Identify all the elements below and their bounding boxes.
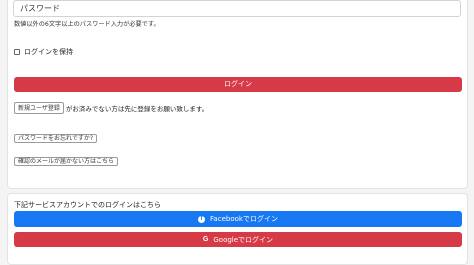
google-icon: G bbox=[202, 236, 209, 243]
facebook-login-button[interactable]: f Facebookでログイン bbox=[14, 211, 462, 227]
login-button[interactable]: ログイン bbox=[14, 77, 462, 92]
remember-login[interactable]: ログインを保持 bbox=[14, 47, 73, 57]
resend-confirmation-row: 確認のメールが届かない方はこちら bbox=[14, 148, 119, 167]
google-login-button[interactable]: G Googleでログイン bbox=[14, 232, 462, 247]
remember-label: ログインを保持 bbox=[24, 48, 73, 56]
forgot-password-row: パスワードをお忘れですか? bbox=[14, 125, 98, 144]
register-text: がお済みでない方は先に登録をお願い致します。 bbox=[65, 105, 209, 113]
facebook-login-label: Facebookでログイン bbox=[210, 215, 278, 223]
register-row: 新規ユーザ登録 がお済みでない方は先に登録をお願い致します。 bbox=[14, 102, 208, 114]
remember-checkbox[interactable] bbox=[14, 49, 20, 55]
resend-confirmation-button[interactable]: 確認のメールが届かない方はこちら bbox=[14, 157, 119, 166]
social-login-title: 下記サービスアカウントでのログインはこちら bbox=[14, 201, 161, 209]
password-hint: 数値以外の6文字以上のパスワード入力が必要です。 bbox=[14, 21, 160, 28]
forgot-password-button[interactable]: パスワードをお忘れですか? bbox=[14, 134, 98, 143]
password-input[interactable]: パスワード bbox=[13, 0, 461, 17]
register-button[interactable]: 新規ユーザ登録 bbox=[14, 102, 64, 114]
facebook-icon: f bbox=[198, 215, 206, 223]
google-login-label: Googleでログイン bbox=[213, 235, 274, 244]
